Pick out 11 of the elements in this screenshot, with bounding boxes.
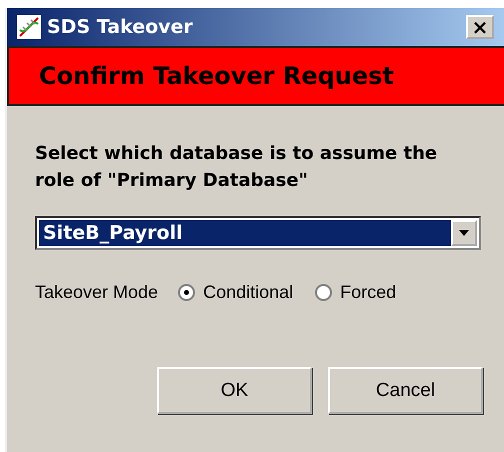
database-dropdown[interactable]: SiteB_Payroll bbox=[35, 216, 481, 250]
banner-title: Confirm Takeover Request bbox=[39, 62, 394, 90]
prompt-text: Select which database is to assume the role of "Primary Database" bbox=[35, 142, 438, 193]
mode-radio[interactable]: Conditional bbox=[178, 282, 294, 303]
close-button[interactable]: × bbox=[466, 15, 494, 39]
mode-radio[interactable]: Forced bbox=[315, 282, 396, 303]
mode-label: Takeover Mode bbox=[35, 282, 158, 303]
window-title: SDS Takeover bbox=[47, 16, 194, 38]
dna-icon bbox=[17, 15, 41, 39]
ok-button[interactable]: OK bbox=[157, 367, 312, 414]
cancel-button[interactable]: Cancel bbox=[328, 367, 483, 414]
